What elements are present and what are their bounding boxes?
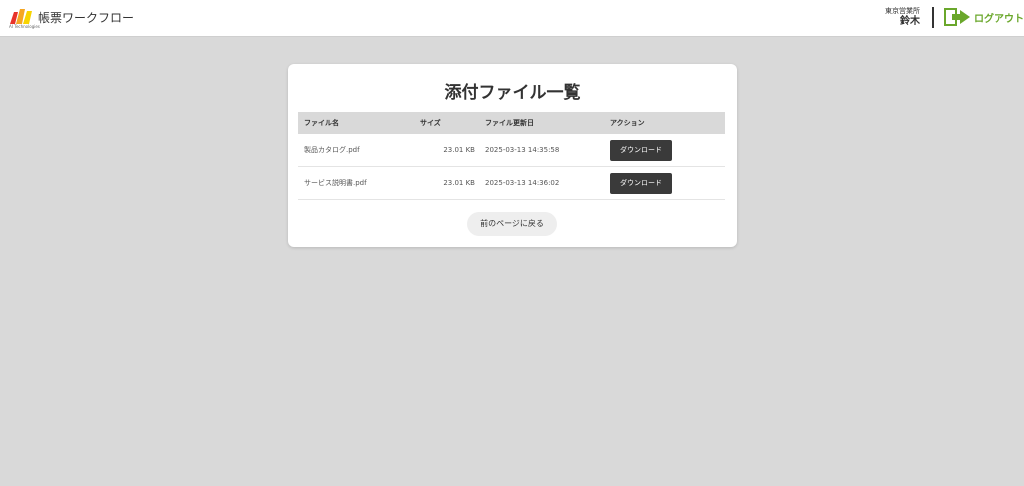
logout-label: ログアウト [974, 13, 1024, 25]
attachments-table: ファイル名 サイズ ファイル更新日 アクション 製品カタログ.pdf 23.01… [298, 112, 725, 200]
header-divider [932, 7, 934, 28]
app-title: 帳票ワークフロー [38, 11, 135, 25]
table-header: ファイル名 サイズ ファイル更新日 アクション [298, 112, 725, 134]
table-row: サービス説明書.pdf 23.01 KB 2025-03-13 14:36:02… [298, 167, 725, 200]
page-title: 添付ファイル一覧 [444, 83, 581, 103]
logout-button[interactable]: ログアウト [944, 8, 1024, 26]
file-updated: 2025-03-13 14:36:02 [485, 179, 560, 187]
logo-subtext: AI Technologies [9, 24, 40, 29]
file-name: サービス説明書.pdf [304, 179, 367, 187]
logout-arrow-icon [944, 8, 970, 26]
column-header-updated: ファイル更新日 [485, 119, 534, 127]
attachments-card: 添付ファイル一覧 ファイル名 サイズ ファイル更新日 アクション 製品カタログ.… [288, 64, 737, 247]
user-info: 東京営業所 鈴木 [885, 7, 920, 28]
table-row: 製品カタログ.pdf 23.01 KB 2025-03-13 14:35:58 … [298, 134, 725, 167]
user-name: 鈴木 [900, 16, 920, 27]
app-header: AI Technologies 帳票ワークフロー 東京営業所 鈴木 ログアウト [0, 0, 1024, 37]
file-updated: 2025-03-13 14:35:58 [485, 146, 560, 154]
download-button[interactable]: ダウンロード [610, 139, 672, 161]
action-cell: ダウンロード [600, 139, 725, 161]
file-name: 製品カタログ.pdf [304, 146, 360, 154]
app-logo-icon [10, 9, 32, 24]
file-size: 23.01 KB [443, 146, 475, 154]
file-size: 23.01 KB [443, 179, 475, 187]
user-department: 東京営業所 [885, 7, 920, 15]
column-header-action: アクション [610, 119, 645, 127]
action-cell: ダウンロード [600, 172, 725, 194]
back-button[interactable]: 前のページに戻る [467, 212, 557, 236]
column-header-filename: ファイル名 [304, 119, 339, 127]
download-button[interactable]: ダウンロード [610, 172, 672, 194]
column-header-size: サイズ [420, 119, 441, 127]
